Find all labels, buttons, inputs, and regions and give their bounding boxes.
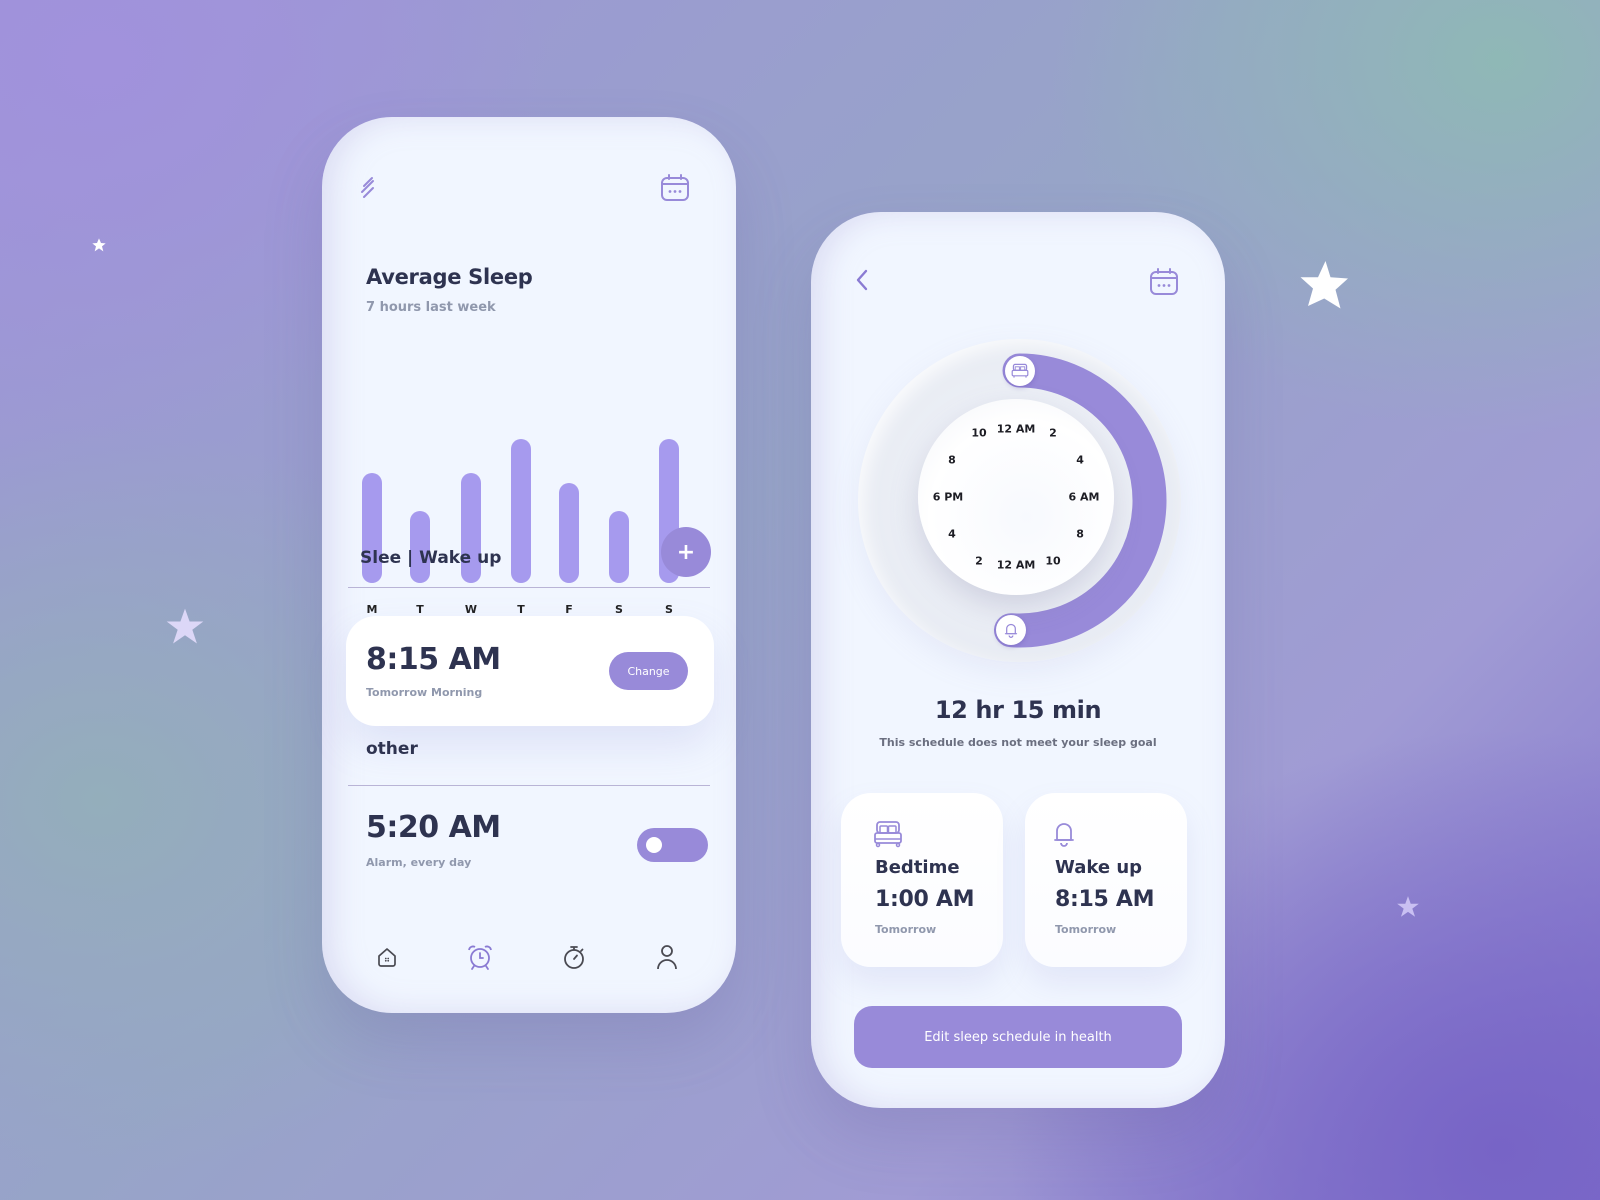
star-decoration — [1397, 896, 1419, 917]
sleep-bar-chart: MTWTFSS — [362, 317, 692, 627]
chart-day-label: S — [665, 603, 673, 616]
page-subtitle: 7 hours last week — [366, 300, 496, 315]
wake-handle[interactable] — [995, 615, 1026, 646]
nav-timer[interactable] — [559, 942, 589, 972]
dial-hour-label: 6 PM — [932, 490, 964, 504]
nav-home[interactable] — [372, 942, 402, 972]
bottom-nav — [372, 937, 682, 977]
card-label: Wake up — [1055, 857, 1143, 878]
dial-hour-label: 2 — [975, 554, 983, 568]
nav-profile[interactable] — [652, 942, 682, 972]
chart-day-label: M — [366, 603, 378, 616]
other-alarm-note: Alarm, every day — [366, 856, 472, 869]
chart-bar[interactable] — [410, 511, 430, 583]
alarm-note: Tomorrow Morning — [366, 686, 483, 699]
sleep-goal-warning: This schedule does not meet your sleep g… — [879, 736, 1157, 749]
menu-lines-icon[interactable] — [358, 175, 382, 199]
primary-alarm-card[interactable]: 8:15 AM Tomorrow Morning Change — [346, 616, 714, 726]
dial-hour-label: 10 — [971, 426, 987, 440]
star-decoration — [92, 238, 106, 252]
dial-hour-label: 8 — [1076, 527, 1084, 541]
chart-day-label: T — [517, 603, 525, 616]
dial-face: 12 AM 2 4 6 AM 8 10 12 AM 2 4 6 PM 8 10 — [918, 399, 1114, 595]
card-note: Tomorrow — [1055, 923, 1117, 936]
bed-icon — [1011, 363, 1028, 378]
nav-alarm[interactable] — [465, 942, 495, 972]
calendar-icon[interactable] — [660, 173, 690, 203]
dial-hour-label: 10 — [1045, 554, 1061, 568]
alarm-clock-icon — [468, 945, 493, 970]
chart-day-label: F — [565, 603, 573, 616]
card-note: Tomorrow — [875, 923, 937, 936]
dial-hour-label: 12 AM — [996, 422, 1036, 436]
chevron-left-icon[interactable] — [851, 267, 875, 293]
other-alarm-time: 5:20 AM — [366, 810, 501, 845]
divider — [348, 785, 710, 786]
card-label: Bedtime — [875, 857, 960, 878]
change-button[interactable]: Change — [609, 652, 688, 690]
alarm-toggle[interactable] — [637, 828, 708, 862]
sleep-overview-screen: Average Sleep 7 hours last week MTWTFSS … — [322, 117, 736, 1013]
dial-hour-label: 6 AM — [1068, 490, 1100, 504]
page-title: Average Sleep — [366, 265, 533, 289]
bell-icon — [1054, 823, 1074, 847]
bed-icon — [874, 821, 902, 848]
dial-hour-label: 12 AM — [996, 558, 1036, 572]
chart-day-label: S — [615, 603, 623, 616]
alarm-time: 8:15 AM — [366, 642, 501, 677]
calendar-icon[interactable] — [1149, 267, 1179, 297]
user-icon — [657, 945, 677, 970]
bedtime-card[interactable]: Bedtime 1:00 AM Tomorrow — [841, 793, 1003, 967]
section-title: Slee | Wake up — [360, 548, 502, 568]
chart-bar[interactable] — [559, 482, 579, 583]
dial-hour-label: 4 — [948, 527, 956, 541]
home-icon — [378, 948, 396, 967]
sleep-duration: 12 hr 15 min — [934, 696, 1102, 724]
chart-bar[interactable] — [609, 511, 629, 583]
dial-hour-label: 8 — [948, 453, 956, 467]
dial-hour-label: 2 — [1049, 426, 1057, 440]
edit-sleep-schedule-button[interactable]: Edit sleep schedule in health — [854, 1006, 1182, 1068]
dial-hour-label: 4 — [1076, 453, 1084, 467]
bedtime-handle[interactable] — [1004, 355, 1035, 386]
chart-day-label: T — [416, 603, 424, 616]
card-time: 1:00 AM — [875, 887, 975, 912]
add-alarm-button[interactable]: + — [661, 527, 711, 577]
sleep-schedule-screen: 12 AM 2 4 6 AM 8 10 12 AM 2 4 6 PM 8 10 12 hr 15 mi… — [811, 212, 1225, 1108]
chart-bar[interactable] — [511, 439, 531, 583]
stopwatch-icon — [563, 946, 584, 969]
star-decoration — [1300, 261, 1348, 309]
chart-day-label: W — [464, 603, 478, 616]
star-decoration — [166, 608, 204, 644]
toggle-knob — [646, 837, 662, 853]
bell-icon — [1004, 624, 1018, 639]
other-section-title: other — [366, 739, 418, 759]
card-time: 8:15 AM — [1055, 887, 1155, 912]
wakeup-card[interactable]: Wake up 8:15 AM Tomorrow — [1025, 793, 1187, 967]
divider — [348, 587, 710, 588]
